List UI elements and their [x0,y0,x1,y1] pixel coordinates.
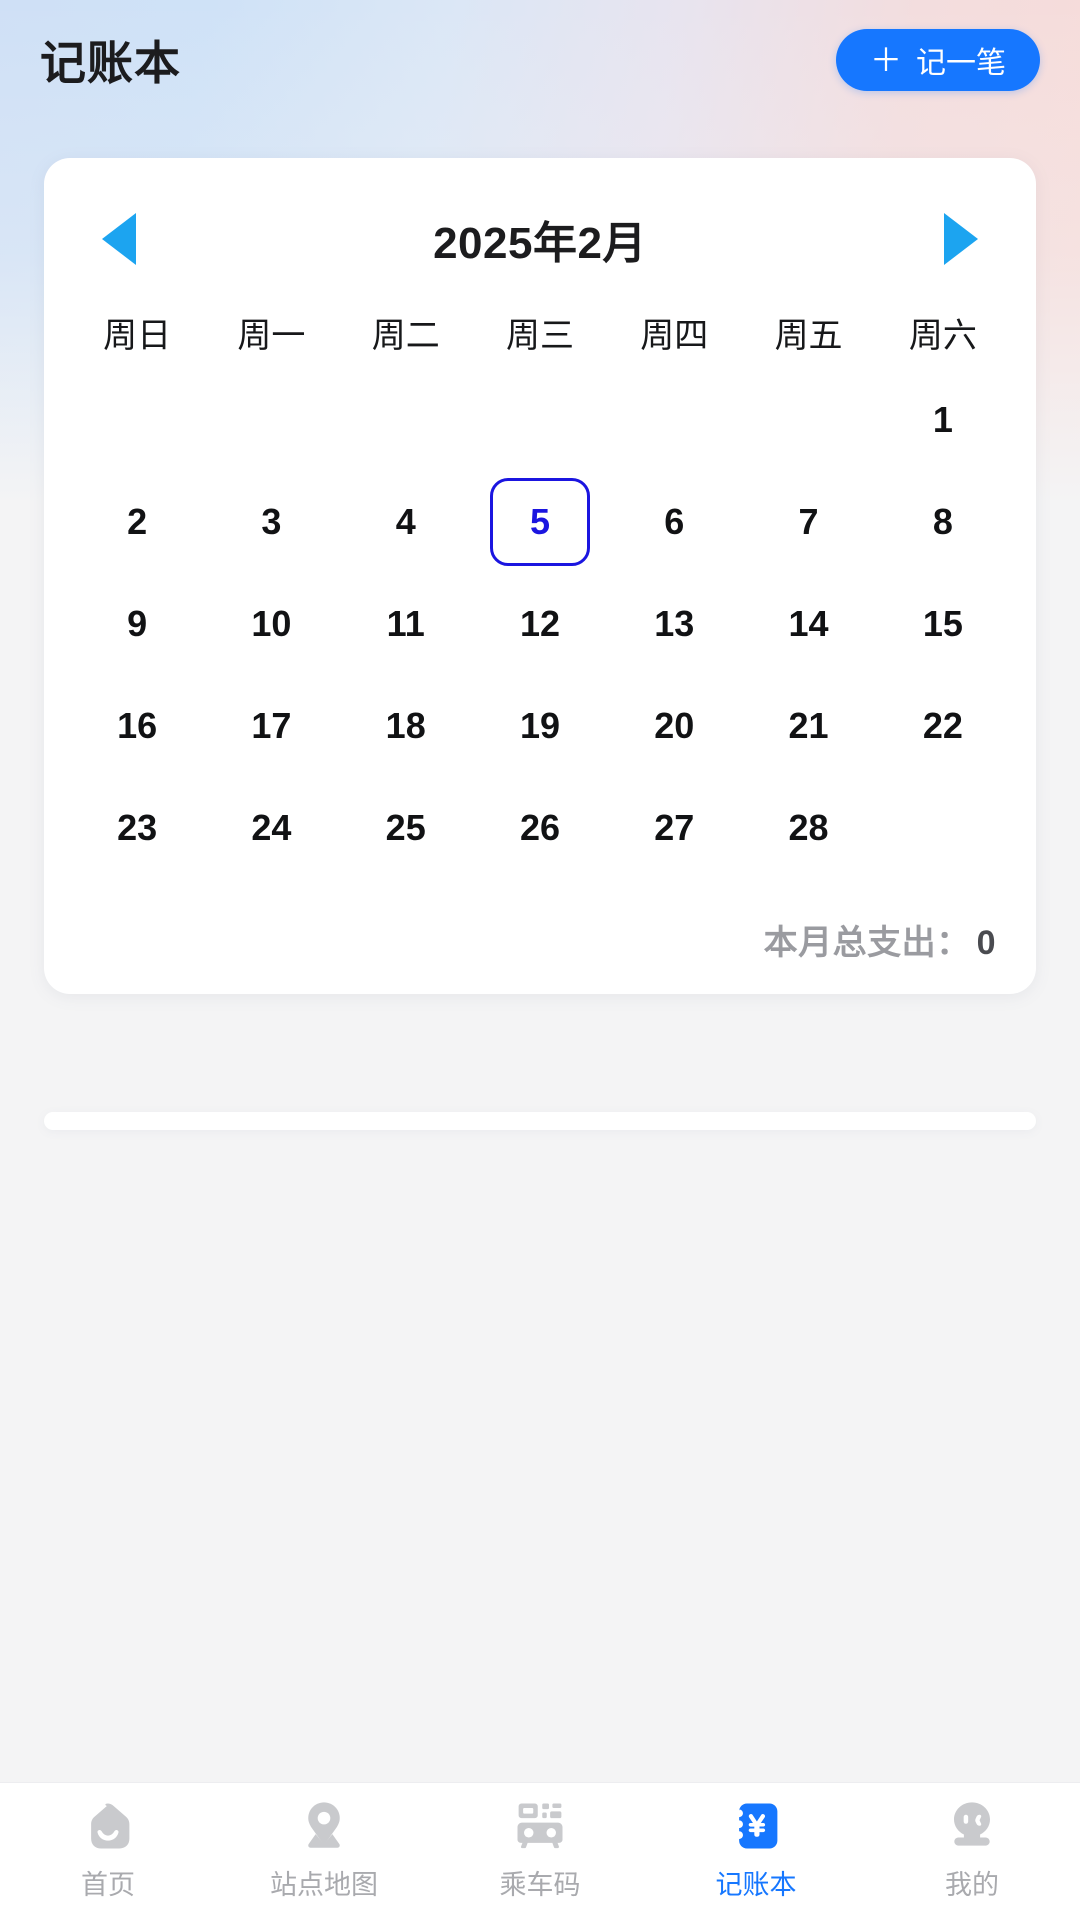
prev-month-button[interactable] [86,206,152,272]
calendar-day-selected[interactable]: 5 [489,478,590,566]
calendar-day[interactable]: 20 [624,682,724,770]
calendar-day[interactable]: 18 [356,682,456,770]
calendar-day[interactable]: 24 [221,784,321,872]
nav-item-我的[interactable]: 我的 [864,1799,1080,1902]
calendar-day[interactable]: 4 [356,478,456,566]
calendar-day[interactable]: 16 [87,682,187,770]
nav-item-label: 首页 [81,1870,135,1900]
nav-item-label: 站点地图 [270,1870,378,1900]
weekday-label: 周六 [908,317,977,355]
calendar-day[interactable]: 2 [87,478,187,566]
calendar-day[interactable]: 19 [490,682,590,770]
add-record-label: 记一笔 [916,47,1006,80]
add-record-button[interactable]: ＋ 记一笔 [835,29,1040,91]
calendar-day[interactable]: 12 [490,580,590,668]
home-icon [81,1799,135,1853]
weekday-label: 周三 [505,317,574,355]
calendar-month-label: 2025年2月 [433,219,647,268]
calendar-day[interactable]: 8 [893,478,993,566]
calendar-day[interactable]: 1 [893,376,993,464]
weekday-header-row: 周日 周一 周二 周三 周四 周五 周六 [70,308,1010,357]
calendar-day[interactable]: 25 [356,784,456,872]
calendar-day[interactable]: 26 [490,784,590,872]
page-title: 记账本 [40,37,181,89]
calendar-day-grid: 1 2 3 4 5 6 7 8 9 10 11 12 13 14 15 16 17 18 19 20 21 22 23 24 2… [70,369,1010,879]
bus-qr-icon [513,1799,567,1853]
calendar-day[interactable]: 9 [87,580,187,668]
calendar-day[interactable]: 28 [759,784,859,872]
app-header: 记账本 ＋ 记一笔 [0,0,1080,120]
month-total: 本月总支出： 0 [70,879,1010,972]
nav-item-label: 记账本 [715,1870,797,1900]
calendar-day[interactable]: 7 [759,478,859,566]
calendar-day[interactable]: 15 [893,580,993,668]
next-month-button[interactable] [928,206,994,272]
profile-icon [945,1799,999,1853]
calendar-day[interactable]: 27 [624,784,724,872]
weekday-label: 周五 [774,317,843,355]
yuan-ticket-icon [729,1799,783,1853]
nav-item-label: 我的 [945,1870,999,1900]
nav-item-首页[interactable]: 首页 [0,1799,216,1902]
weekday-label: 周日 [103,317,172,355]
calendar-card: 2025年2月 周日 周一 周二 周三 周四 周五 周六 1 2 3 4 5 6 7 8 9 10 11 12 13… [44,158,1036,994]
calendar-day[interactable]: 21 [759,682,859,770]
month-total-label: 本月总支出： [763,924,971,962]
triangle-right-icon [943,213,978,265]
bottom-nav: 首页 站点地图 乘车码 记账本 我的 [0,1782,1080,1920]
calendar-day[interactable]: 23 [87,784,187,872]
calendar-day[interactable]: 10 [221,580,321,668]
weekday-label: 周四 [640,317,709,355]
nav-item-乘车码[interactable]: 乘车码 [432,1799,648,1902]
calendar-day[interactable]: 17 [221,682,321,770]
nav-item-记账本[interactable]: 记账本 [648,1799,864,1902]
calendar-header: 2025年2月 [70,198,1010,280]
calendar-day[interactable]: 13 [624,580,724,668]
calendar-day[interactable]: 6 [624,478,724,566]
calendar-day[interactable]: 3 [221,478,321,566]
nav-item-label: 乘车码 [499,1870,581,1900]
records-card [44,1112,1036,1130]
map-pin-icon [297,1799,351,1853]
nav-item-站点地图[interactable]: 站点地图 [216,1799,432,1902]
app-screen: 记账本 ＋ 记一笔 2025年2月 周日 周一 周二 周三 周四 周五 周六 1234567… [0,0,1080,1920]
weekday-label: 周二 [371,317,440,355]
month-total-amount: 0 [976,924,996,962]
weekday-label: 周一 [237,317,306,355]
plus-icon: ＋ [869,42,902,78]
calendar-day[interactable]: 22 [893,682,993,770]
calendar-day[interactable]: 14 [759,580,859,668]
calendar-day[interactable]: 11 [356,580,456,668]
triangle-left-icon [102,213,136,265]
